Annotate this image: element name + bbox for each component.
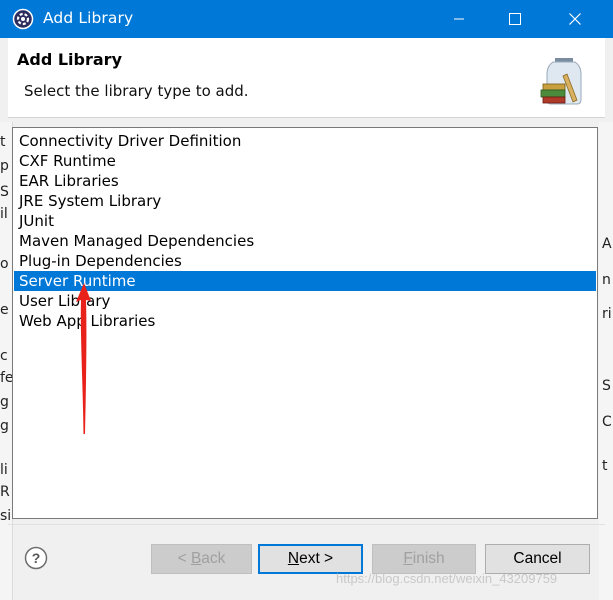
title-bar: Add Library bbox=[0, 0, 613, 38]
back-button-label: ack bbox=[201, 550, 226, 567]
library-type-item[interactable]: CXF Runtime bbox=[14, 151, 596, 171]
next-button-mnemonic: N bbox=[287, 550, 300, 567]
finish-button[interactable]: Finish bbox=[372, 544, 476, 574]
help-icon[interactable]: ? bbox=[24, 546, 48, 570]
close-icon bbox=[569, 13, 581, 25]
finish-button-label: inish bbox=[412, 550, 445, 567]
cancel-button[interactable]: Cancel bbox=[485, 544, 590, 574]
minimize-button[interactable] bbox=[436, 0, 482, 38]
next-button-label: ext > bbox=[299, 550, 334, 567]
close-button[interactable] bbox=[552, 0, 598, 38]
library-type-item[interactable]: User Library bbox=[14, 291, 596, 311]
cancel-button-label: Cancel bbox=[513, 550, 562, 567]
library-type-item[interactable]: JRE System Library bbox=[14, 191, 596, 211]
dialog-header: Add Library Select the library type to a… bbox=[8, 38, 605, 117]
library-type-item[interactable]: EAR Libraries bbox=[14, 171, 596, 191]
maximize-icon bbox=[509, 13, 521, 25]
back-button[interactable]: < Back bbox=[151, 544, 252, 574]
back-button-mnemonic: B bbox=[190, 550, 202, 567]
svg-text:?: ? bbox=[32, 550, 41, 566]
background-ide-right: An ri SCt bbox=[599, 122, 613, 600]
header-title: Add Library bbox=[17, 50, 122, 69]
library-jar-icon bbox=[533, 44, 597, 108]
library-type-item[interactable]: Web App Libraries bbox=[14, 311, 596, 331]
library-type-item[interactable]: Server Runtime bbox=[14, 271, 596, 291]
next-button[interactable]: Next > bbox=[258, 544, 363, 574]
header-separator bbox=[8, 117, 605, 118]
library-type-item[interactable]: Connectivity Driver Definition bbox=[14, 131, 596, 151]
maximize-button[interactable] bbox=[492, 0, 538, 38]
eclipse-gear-icon bbox=[12, 8, 34, 30]
library-type-item[interactable]: Maven Managed Dependencies bbox=[14, 231, 596, 251]
watermark-text: https://blog.csdn.net/weixin_43209759 bbox=[336, 571, 558, 586]
footer-separator bbox=[8, 524, 605, 525]
back-button-prefix: < bbox=[177, 550, 191, 567]
finish-button-mnemonic: F bbox=[403, 550, 413, 567]
window-title: Add Library bbox=[43, 9, 134, 27]
header-description: Select the library type to add. bbox=[24, 82, 249, 100]
library-type-list[interactable]: Connectivity Driver Definition CXF Runtim… bbox=[12, 127, 598, 519]
library-type-item[interactable]: Plug-in Dependencies bbox=[14, 251, 596, 271]
library-type-item[interactable]: JUnit bbox=[14, 211, 596, 231]
minimize-icon bbox=[454, 18, 464, 20]
